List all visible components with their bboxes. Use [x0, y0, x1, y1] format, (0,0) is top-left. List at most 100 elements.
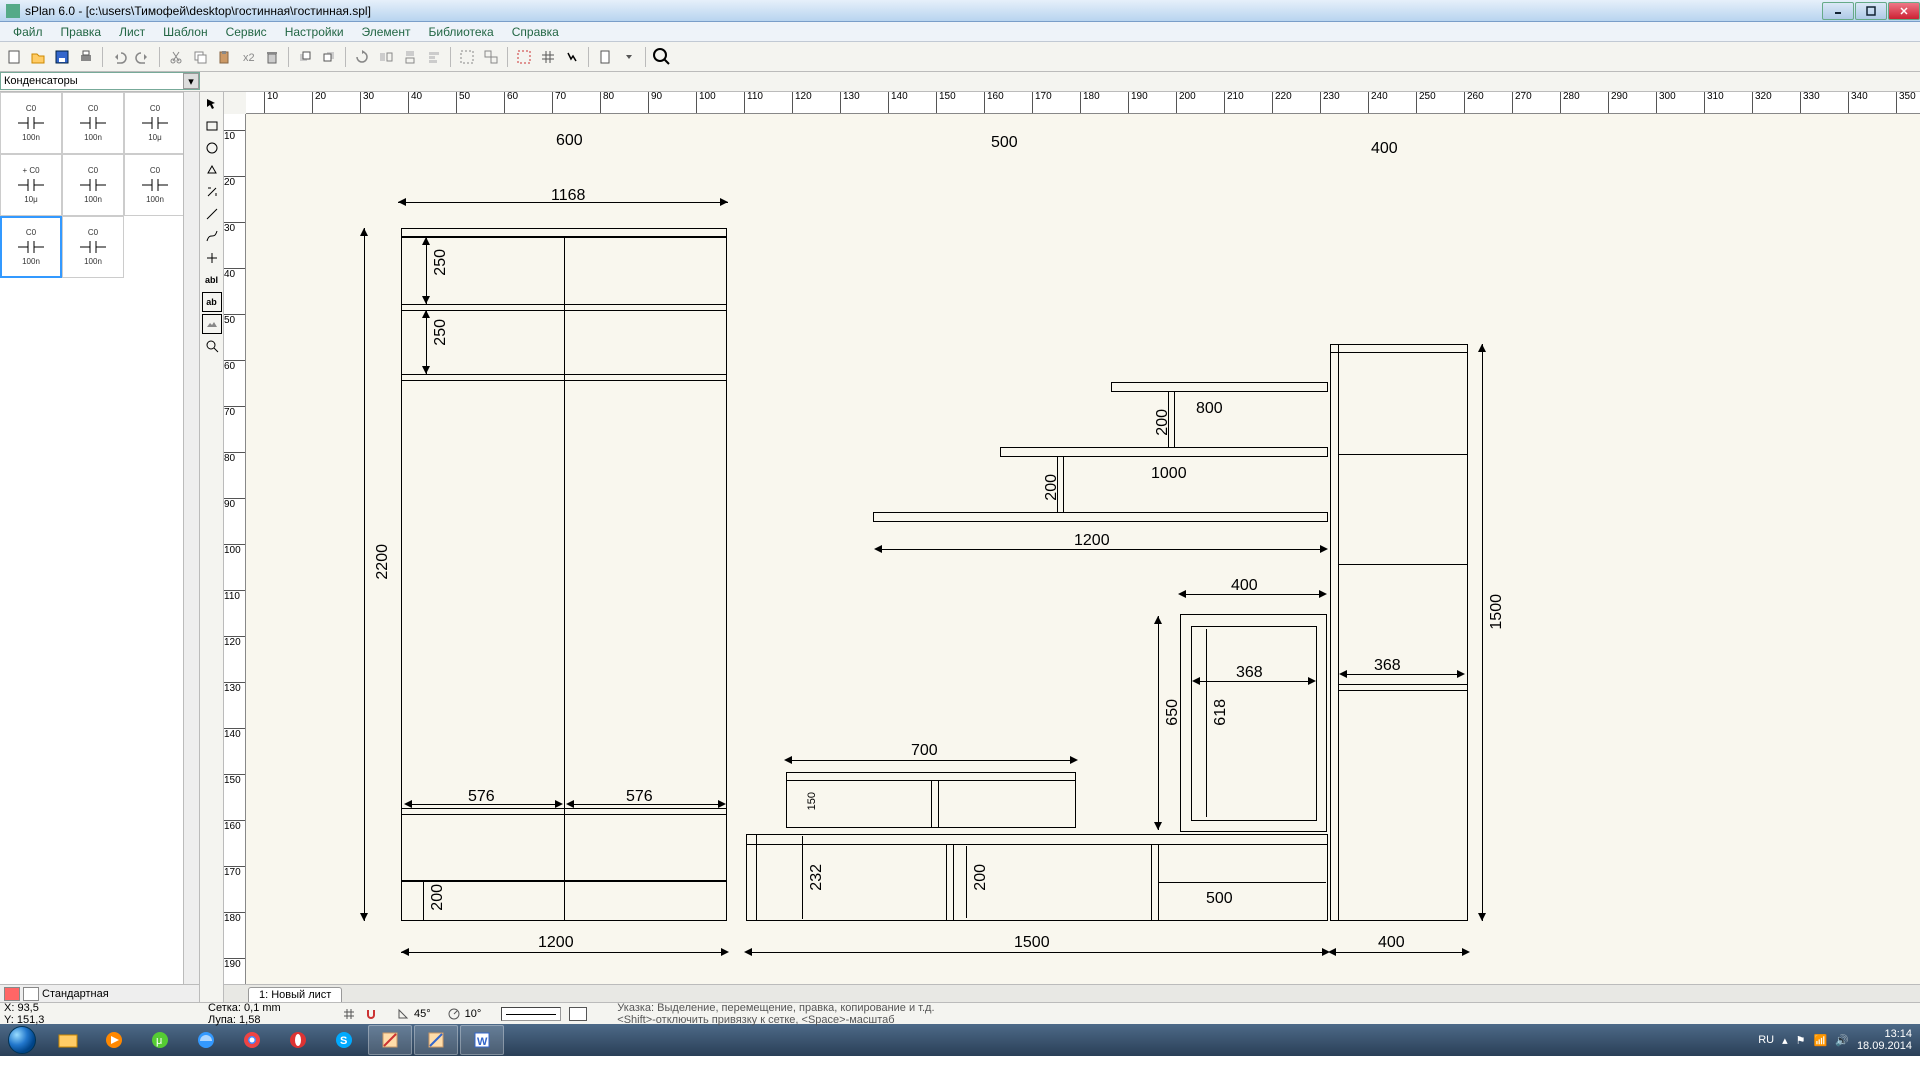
menu-sheet[interactable]: Лист — [110, 23, 154, 41]
node-tool-icon[interactable] — [202, 248, 222, 268]
mirror-v-icon[interactable] — [399, 46, 421, 68]
page-icon[interactable] — [594, 46, 616, 68]
library-scrollbar[interactable] — [183, 92, 199, 984]
tray-volume-icon[interactable]: 🔊 — [1835, 1034, 1849, 1047]
tray-lang[interactable]: RU — [1758, 1034, 1774, 1046]
pointer-tool-icon[interactable] — [202, 94, 222, 114]
page-tabs: 1: Новый лист — [224, 984, 1920, 1002]
menu-edit[interactable]: Правка — [52, 23, 111, 41]
taskbar-splan-icon[interactable] — [368, 1025, 412, 1055]
library-component[interactable]: C0100n — [62, 154, 124, 216]
save-icon[interactable] — [51, 46, 73, 68]
special-tool-icon[interactable] — [202, 182, 222, 202]
tray-chevron-up-icon[interactable]: ▴ — [1782, 1034, 1788, 1047]
taskbar-skype-icon[interactable]: S — [322, 1025, 366, 1055]
taskbar-opera-icon[interactable] — [276, 1025, 320, 1055]
library-component[interactable]: C0100n — [62, 92, 124, 154]
menu-element[interactable]: Элемент — [353, 23, 420, 41]
image-tool-icon[interactable] — [202, 314, 222, 334]
app-icon — [6, 4, 20, 18]
taskbar-ie-icon[interactable] — [184, 1025, 228, 1055]
menu-service[interactable]: Сервис — [217, 23, 276, 41]
dim-label: 250 — [432, 319, 450, 346]
library-component[interactable]: + C010μ — [0, 154, 62, 216]
dim-label: 500 — [991, 134, 1018, 152]
menu-library[interactable]: Библиотека — [419, 23, 502, 41]
bezier-tool-icon[interactable] — [202, 226, 222, 246]
front-icon[interactable] — [294, 46, 316, 68]
minimize-button[interactable] — [1822, 2, 1854, 20]
taskbar: μ S W RU ▴ ⚑ 📶 🔊 13:14 18.09.2014 — [0, 1024, 1920, 1056]
angle45-icon[interactable] — [392, 1003, 414, 1025]
library-component[interactable]: C0100n — [0, 216, 62, 278]
magnet-status-icon[interactable] — [360, 1003, 382, 1025]
close-button[interactable] — [1888, 2, 1920, 20]
new-icon[interactable] — [3, 46, 25, 68]
undo-icon[interactable] — [108, 46, 130, 68]
back-icon[interactable] — [318, 46, 340, 68]
library-dropdown[interactable]: Конденсаторы ▾ — [0, 72, 200, 90]
dim-label: 700 — [911, 742, 938, 760]
page-dd-icon[interactable] — [618, 46, 640, 68]
dim-label: 1200 — [538, 934, 574, 952]
fill-selector[interactable] — [569, 1007, 587, 1021]
rect-tool-icon[interactable] — [202, 116, 222, 136]
menu-file[interactable]: Файл — [4, 23, 52, 41]
taskbar-chrome-icon[interactable] — [230, 1025, 274, 1055]
delete-icon[interactable] — [261, 46, 283, 68]
menu-template[interactable]: Шаблон — [154, 23, 216, 41]
paste-icon[interactable] — [213, 46, 235, 68]
library-component[interactable]: C0100n — [0, 92, 62, 154]
dim-label: 200 — [1154, 409, 1172, 436]
menu-settings[interactable]: Настройки — [276, 23, 353, 41]
grid-status-icon[interactable] — [338, 1003, 360, 1025]
redo-icon[interactable] — [132, 46, 154, 68]
taskbar-word-icon[interactable]: W — [460, 1025, 504, 1055]
library-component[interactable]: C010μ — [124, 92, 186, 154]
mirror-h-icon[interactable] — [375, 46, 397, 68]
dim-label: 368 — [1236, 664, 1263, 682]
tray-network-icon[interactable]: 📶 — [1814, 1034, 1828, 1047]
tray-flag-icon[interactable]: ⚑ — [1796, 1034, 1806, 1047]
tray-clock[interactable]: 13:14 18.09.2014 — [1857, 1028, 1912, 1052]
line-style-selector[interactable] — [501, 1007, 561, 1021]
duplicate-icon[interactable]: x2 — [237, 46, 259, 68]
ungroup-icon[interactable] — [480, 46, 502, 68]
angle10-icon[interactable] — [443, 1003, 465, 1025]
taskbar-app2-icon[interactable] — [414, 1025, 458, 1055]
dim-label: 200 — [1043, 474, 1061, 501]
svg-text:x2: x2 — [243, 52, 255, 64]
snap-icon[interactable] — [513, 46, 535, 68]
zoom-icon[interactable] — [651, 46, 673, 68]
open-icon[interactable] — [27, 46, 49, 68]
dim-label: 250 — [432, 249, 450, 276]
angle10-label: 10° — [465, 1008, 482, 1020]
taskbar-utorrent-icon[interactable]: μ — [138, 1025, 182, 1055]
start-button[interactable] — [0, 1024, 44, 1056]
text-frame-tool-icon[interactable]: ab — [202, 292, 222, 312]
menu-help[interactable]: Справка — [503, 23, 568, 41]
copy-icon[interactable] — [189, 46, 211, 68]
print-icon[interactable] — [75, 46, 97, 68]
angle45-label: 45° — [414, 1008, 431, 1020]
find-icon[interactable] — [561, 46, 583, 68]
rotate-icon[interactable] — [351, 46, 373, 68]
grid-icon[interactable] — [537, 46, 559, 68]
cut-icon[interactable] — [165, 46, 187, 68]
library-component[interactable]: C0100n — [62, 216, 124, 278]
library-component[interactable]: C0100n — [124, 154, 186, 216]
text-tool-icon[interactable]: abI — [202, 270, 222, 290]
zoom-tool-icon[interactable] — [202, 336, 222, 356]
circle-tool-icon[interactable] — [202, 138, 222, 158]
poly-tool-icon[interactable] — [202, 160, 222, 180]
library-panel: C0100nC0100nC010μ+ C010μC0100nC0100nC010… — [0, 92, 200, 1002]
taskbar-wmp-icon[interactable] — [92, 1025, 136, 1055]
align-icon[interactable] — [423, 46, 445, 68]
group-icon[interactable] — [456, 46, 478, 68]
drawing-canvas[interactable]: 600 500 400 1168 — [246, 114, 1920, 984]
taskbar-explorer-icon[interactable] — [46, 1025, 90, 1055]
maximize-button[interactable] — [1855, 2, 1887, 20]
line-tool-icon[interactable] — [202, 204, 222, 224]
page-tab[interactable]: 1: Новый лист — [248, 987, 342, 1002]
dim-label: 200 — [972, 864, 990, 891]
